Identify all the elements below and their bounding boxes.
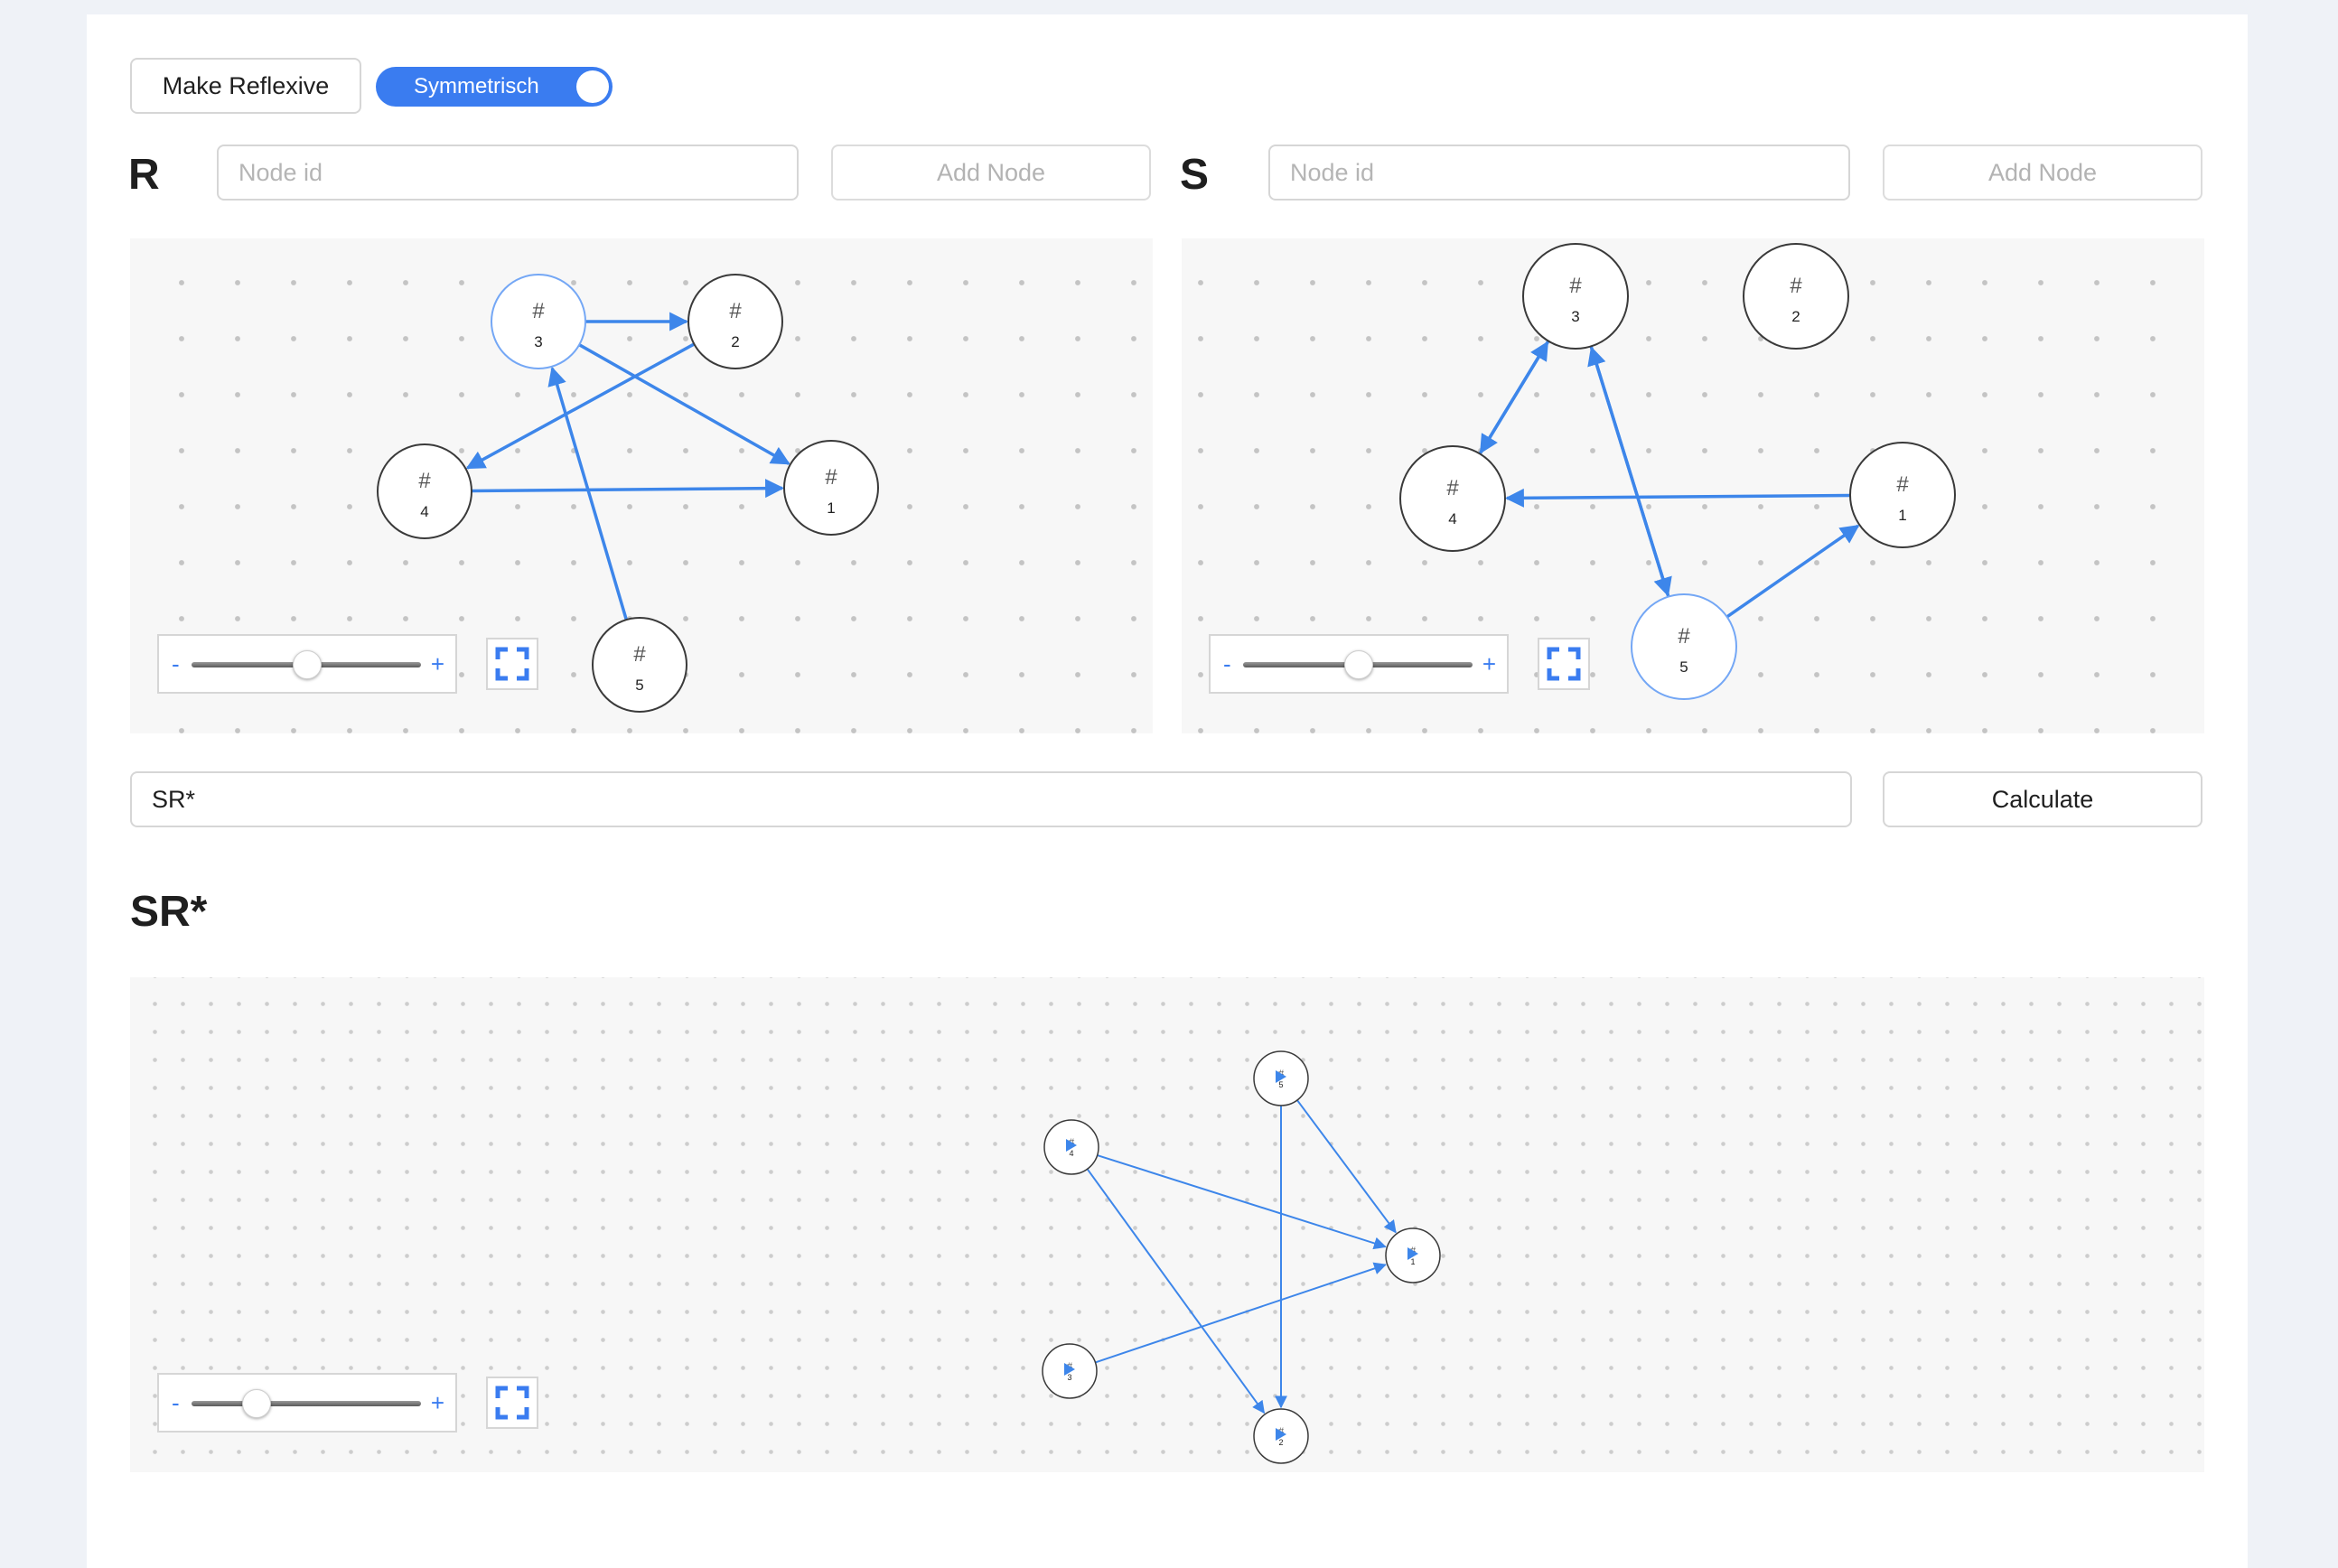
graph-canvas-result[interactable]: #5 #4 #1 #3 #2 - + <box>130 977 2204 1472</box>
node-1[interactable]: #1 <box>783 440 879 536</box>
node-id-label: 3 <box>1067 1373 1071 1382</box>
edge-4-1[interactable] <box>471 479 785 499</box>
node-id-label: 1 <box>1898 507 1906 524</box>
node-4[interactable]: #4 <box>377 443 472 539</box>
result-title: SR* <box>130 888 208 936</box>
zoom-minus-icon[interactable]: - <box>172 650 180 678</box>
graph-canvas-s[interactable]: #3 #2 #4 #1 #5 - + <box>1182 238 2204 733</box>
node-hash-label: # <box>418 469 431 493</box>
edge-4-2[interactable] <box>1086 1168 1266 1414</box>
node-3[interactable]: #3 <box>1522 243 1629 350</box>
node-hash-label: # <box>1896 472 1909 497</box>
node-id-label: 5 <box>635 677 643 694</box>
zoom-slider-r[interactable] <box>192 650 421 679</box>
node-id-label: 4 <box>1069 1149 1073 1158</box>
calculate-button[interactable]: Calculate <box>1883 771 2202 827</box>
zoom-plus-icon[interactable]: + <box>431 1389 444 1417</box>
node-id-label: 3 <box>1571 308 1579 325</box>
node-hash-label: # <box>729 299 742 323</box>
node-hash-label: # <box>1569 274 1582 298</box>
node-1[interactable]: #1 <box>1385 1227 1441 1283</box>
zoom-plus-icon[interactable]: + <box>431 650 444 678</box>
edge-1-4[interactable] <box>1504 488 1851 508</box>
edge-2-4[interactable] <box>465 342 696 470</box>
node-hash-label: # <box>1678 624 1690 649</box>
node-id-label: 2 <box>1791 308 1800 325</box>
node-4[interactable]: #4 <box>1043 1119 1099 1175</box>
edge-5-1[interactable] <box>1725 524 1860 619</box>
node-id-label: 5 <box>1278 1080 1283 1089</box>
zoom-slider-thumb[interactable] <box>293 650 322 679</box>
node-id-label: 2 <box>1278 1438 1283 1447</box>
fullscreen-icon[interactable] <box>486 638 538 690</box>
s-node-id-input[interactable] <box>1268 145 1850 201</box>
node-hash-label: # <box>633 642 646 667</box>
edge-5-3[interactable] <box>547 366 628 621</box>
edge-5-1[interactable] <box>1296 1099 1397 1234</box>
zoom-control-result: - + <box>157 1373 457 1433</box>
node-2[interactable]: #2 <box>1743 243 1849 350</box>
toggle-knob <box>576 70 609 103</box>
zoom-slider-s[interactable] <box>1243 650 1473 679</box>
node-id-label: 4 <box>420 503 428 520</box>
node-5[interactable]: #5 <box>1253 1050 1309 1106</box>
node-id-label: 5 <box>1679 658 1688 676</box>
node-id-label: 3 <box>534 333 542 350</box>
node-id-label: 1 <box>1410 1257 1415 1266</box>
node-5[interactable]: #5 <box>592 617 687 713</box>
node-3[interactable]: #3 <box>1042 1343 1098 1399</box>
zoom-control-s: - + <box>1209 634 1509 694</box>
node-5[interactable]: #5 <box>1631 593 1737 700</box>
s-add-node-button[interactable]: Add Node <box>1883 145 2202 201</box>
edge-5-3[interactable] <box>1587 346 1670 598</box>
zoom-minus-icon[interactable]: - <box>172 1389 180 1417</box>
node-id-label: 4 <box>1448 510 1456 527</box>
relation-s-title: S <box>1180 151 1210 199</box>
edge-4-3[interactable] <box>1478 341 1549 455</box>
zoom-slider-thumb[interactable] <box>1344 650 1373 679</box>
fullscreen-icon[interactable] <box>1538 638 1590 690</box>
node-1[interactable]: #1 <box>1849 442 1956 548</box>
make-reflexive-button[interactable]: Make Reflexive <box>130 58 361 114</box>
node-id-label: 2 <box>731 333 739 350</box>
r-node-id-input[interactable] <box>217 145 799 201</box>
r-add-node-button[interactable]: Add Node <box>831 145 1151 201</box>
zoom-slider-thumb[interactable] <box>242 1389 272 1418</box>
node-hash-label: # <box>825 465 837 490</box>
node-2[interactable]: #2 <box>687 274 783 369</box>
node-hash-label: # <box>1790 274 1802 298</box>
relation-r-title: R <box>128 151 160 199</box>
node-hash-label: # <box>532 299 545 323</box>
node-hash-label: # <box>1446 476 1459 500</box>
graph-canvas-r[interactable]: #3 #2 #4 #1 #5 - + <box>130 238 1153 733</box>
main-card: Make Reflexive Symmetrisch R Add Node S … <box>87 14 2248 1568</box>
symmetric-toggle[interactable]: Symmetrisch <box>376 67 613 107</box>
zoom-plus-icon[interactable]: + <box>1482 650 1496 678</box>
node-id-label: 1 <box>827 499 835 517</box>
edge-3-1[interactable] <box>1095 1262 1388 1364</box>
edge-4-1[interactable] <box>1097 1154 1387 1250</box>
node-3[interactable]: #3 <box>491 274 586 369</box>
symmetric-toggle-label: Symmetrisch <box>414 74 539 98</box>
fullscreen-icon[interactable] <box>486 1377 538 1429</box>
zoom-slider-result[interactable] <box>192 1389 421 1418</box>
node-4[interactable]: #4 <box>1399 445 1506 552</box>
zoom-minus-icon[interactable]: - <box>1223 650 1231 678</box>
zoom-control-r: - + <box>157 634 457 694</box>
expression-input[interactable] <box>130 771 1852 827</box>
node-2[interactable]: #2 <box>1253 1408 1309 1464</box>
